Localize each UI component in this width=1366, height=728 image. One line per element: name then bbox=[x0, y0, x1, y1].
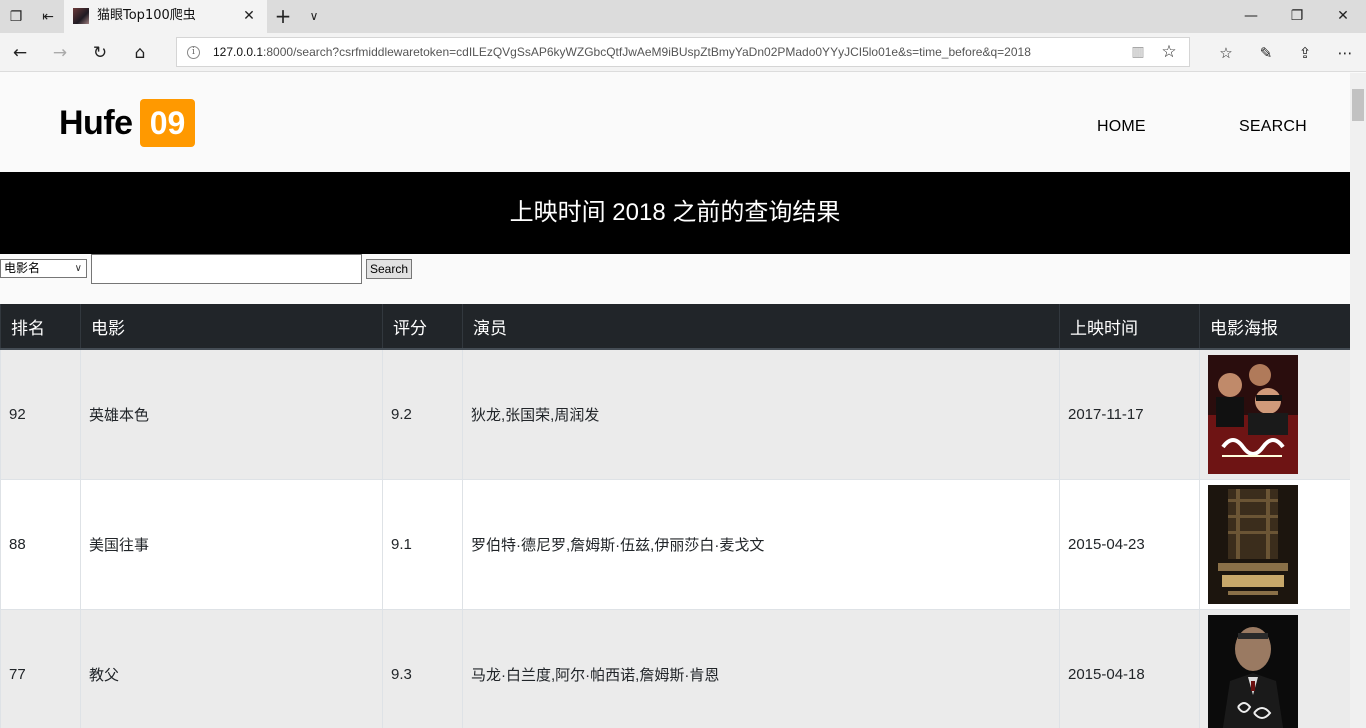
chevron-down-icon: ∨ bbox=[74, 263, 82, 274]
url-text[interactable]: 127.0.0.1:8000/search?csrfmiddlewaretoke… bbox=[213, 44, 1031, 60]
nav-home-link[interactable]: HOME bbox=[1097, 118, 1146, 136]
cell-score: 9.3 bbox=[382, 608, 463, 728]
page-title: 上映时间 2018 之前的查询结果 bbox=[0, 172, 1350, 254]
page-content: Hufe 09 HOME SEARCH 上映时间 2018 之前的查询结果 电影… bbox=[0, 73, 1350, 728]
browser-window: ❐ ⇤ 猫眼Top100爬虫 ✕ + ∨ — ❐ ✕ ← → ↻ ⌂ i 127… bbox=[0, 0, 1366, 728]
favicon-icon bbox=[73, 8, 89, 24]
logo-text: Hufe bbox=[59, 104, 133, 142]
cell-movie: 教父 bbox=[80, 608, 383, 728]
cell-date: 2017-11-17 bbox=[1059, 348, 1200, 480]
cell-rank: 88 bbox=[0, 478, 81, 610]
header-rank: 排名 bbox=[0, 304, 81, 350]
cell-poster bbox=[1199, 348, 1350, 480]
home-icon[interactable]: ⌂ bbox=[129, 42, 151, 64]
reading-view-icon[interactable]: ▥ bbox=[1129, 43, 1147, 61]
poster-image[interactable] bbox=[1208, 614, 1298, 728]
close-tab-icon[interactable]: ✕ bbox=[240, 7, 258, 25]
tab-active[interactable]: 猫眼Top100爬虫 ✕ bbox=[64, 0, 267, 33]
forward-arrow-icon[interactable]: → bbox=[49, 42, 71, 64]
table-row: 88 美国往事 9.1 罗伯特·德尼罗,詹姆斯·伍兹,伊丽莎白·麦戈文 2015… bbox=[0, 478, 1350, 610]
cell-actors: 马龙·白兰度,阿尔·帕西诺,詹姆斯·肯恩 bbox=[462, 608, 1060, 728]
cell-score: 9.2 bbox=[382, 348, 463, 480]
vertical-scrollbar[interactable] bbox=[1350, 73, 1366, 728]
favorite-star-icon[interactable]: ☆ bbox=[1159, 42, 1179, 62]
refresh-icon[interactable]: ↻ bbox=[89, 42, 111, 64]
share-icon[interactable]: ⇪ bbox=[1294, 42, 1316, 64]
close-window-icon[interactable]: ✕ bbox=[1320, 0, 1366, 33]
header-score: 评分 bbox=[382, 304, 463, 350]
header-movie: 电影 bbox=[80, 304, 383, 350]
favorites-list-icon[interactable]: ☆ bbox=[1215, 42, 1237, 64]
cell-movie: 美国往事 bbox=[80, 478, 383, 610]
cell-actors: 狄龙,张国荣,周润发 bbox=[462, 348, 1060, 480]
pen-icon[interactable]: ✎ bbox=[1255, 42, 1277, 64]
chevron-down-icon[interactable]: ∨ bbox=[304, 6, 324, 26]
scrollbar-thumb[interactable] bbox=[1352, 89, 1364, 121]
cell-actors: 罗伯特·德尼罗,詹姆斯·伍兹,伊丽莎白·麦戈文 bbox=[462, 478, 1060, 610]
header-actors: 演员 bbox=[462, 304, 1060, 350]
more-menu-icon[interactable]: ⋯ bbox=[1334, 42, 1356, 64]
address-bar[interactable]: i 127.0.0.1:8000/search?csrfmiddlewareto… bbox=[176, 37, 1190, 67]
table-row: 92 英雄本色 9.2 狄龙,张国荣,周润发 2017-11-17 bbox=[0, 348, 1350, 480]
results-table: 排名 电影 评分 演员 上映时间 电影海报 92 英雄本色 9.2 狄龙,张国荣… bbox=[0, 304, 1350, 728]
nav-search-link[interactable]: SEARCH bbox=[1239, 118, 1307, 136]
header-date: 上映时间 bbox=[1059, 304, 1200, 350]
minimize-icon[interactable]: — bbox=[1228, 0, 1274, 33]
table-row: 77 教父 9.3 马龙·白兰度,阿尔·帕西诺,詹姆斯·肯恩 2015-04-1… bbox=[0, 608, 1350, 728]
header-poster: 电影海报 bbox=[1199, 304, 1350, 350]
restore-icon[interactable]: ❐ bbox=[1274, 0, 1320, 33]
search-field-select[interactable]: 电影名 ∨ bbox=[0, 259, 87, 278]
cell-score: 9.1 bbox=[382, 478, 463, 610]
tab-title: 猫眼Top100爬虫 bbox=[97, 8, 196, 23]
search-button[interactable]: Search bbox=[366, 259, 412, 279]
tab-bar: ❐ ⇤ 猫眼Top100爬虫 ✕ + ∨ — ❐ ✕ bbox=[0, 0, 1366, 33]
search-input[interactable] bbox=[91, 254, 362, 284]
cell-date: 2015-04-23 bbox=[1059, 478, 1200, 610]
tabs-aside-icon[interactable]: ❐ bbox=[6, 7, 26, 27]
cell-poster bbox=[1199, 608, 1350, 728]
site-header: Hufe 09 HOME SEARCH bbox=[0, 73, 1350, 172]
back-tabs-icon[interactable]: ⇤ bbox=[38, 7, 58, 27]
poster-image[interactable] bbox=[1208, 484, 1298, 604]
cell-movie: 英雄本色 bbox=[80, 348, 383, 480]
select-value: 电影名 bbox=[4, 261, 41, 275]
logo-badge: 09 bbox=[140, 99, 195, 147]
new-tab-icon[interactable]: + bbox=[272, 5, 294, 27]
cell-rank: 77 bbox=[0, 608, 81, 728]
poster-image[interactable] bbox=[1208, 354, 1298, 474]
back-arrow-icon[interactable]: ← bbox=[9, 42, 31, 64]
cell-poster bbox=[1199, 478, 1350, 610]
table-header-row: 排名 电影 评分 演员 上映时间 电影海报 bbox=[0, 304, 1350, 350]
nav-bar: ← → ↻ ⌂ i 127.0.0.1:8000/search?csrfmidd… bbox=[0, 33, 1366, 72]
cell-date: 2015-04-18 bbox=[1059, 608, 1200, 728]
info-icon[interactable]: i bbox=[187, 46, 200, 59]
cell-rank: 92 bbox=[0, 348, 81, 480]
